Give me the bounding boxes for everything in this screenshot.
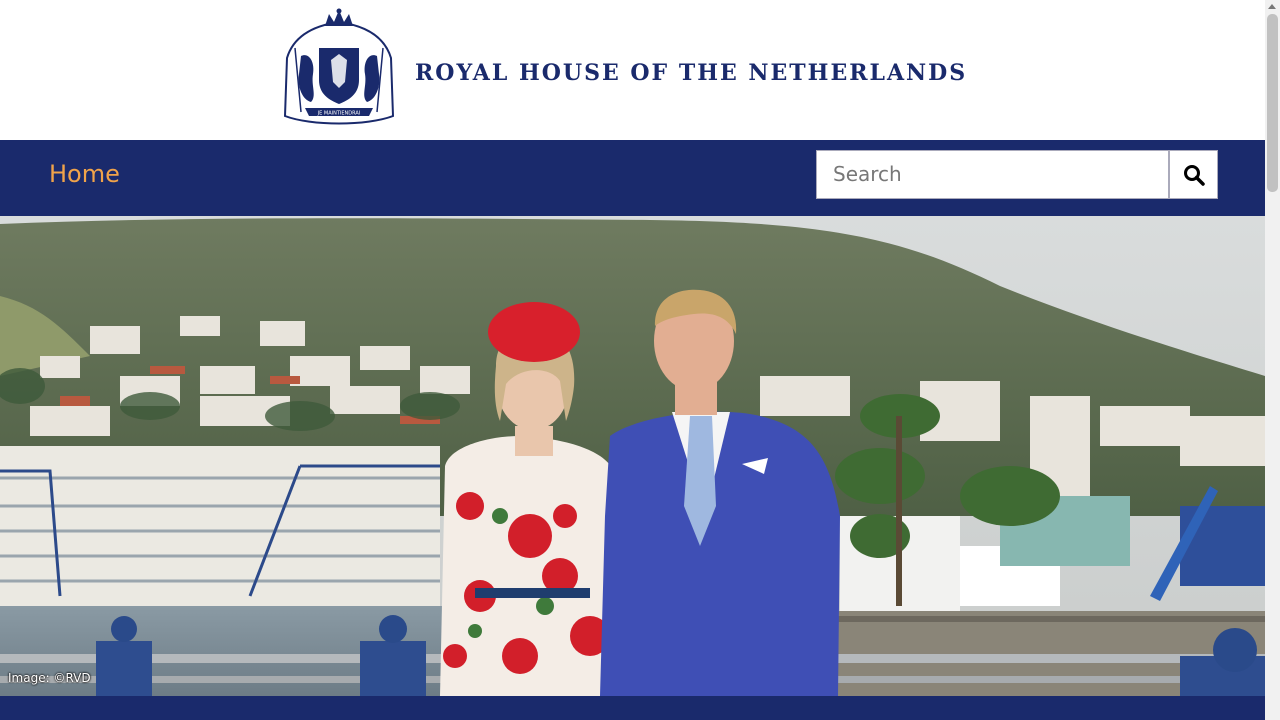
scroll-up-arrow-icon[interactable] (1268, 4, 1276, 9)
search-field (816, 150, 1169, 199)
coat-of-arms-icon[interactable]: JE MAINTIENDRAI (281, 8, 397, 130)
search-icon (1183, 164, 1205, 186)
image-credit: Image: ©RVD (8, 671, 91, 685)
nav-home-link[interactable]: Home (49, 160, 120, 188)
site-title[interactable]: ROYAL HOUSE OF THE NETHERLANDS (415, 60, 967, 86)
search-button[interactable] (1169, 150, 1218, 199)
page-scrollbar[interactable] (1265, 0, 1280, 720)
search-input[interactable] (817, 151, 1163, 197)
scrollbar-thumb[interactable] (1267, 14, 1278, 192)
site-header: JE MAINTIENDRAI ROYAL HOUSE OF THE NETHE… (0, 0, 1265, 140)
main-navigation: Home (0, 140, 1265, 216)
hero-image: Image: ©RVD (0, 216, 1265, 696)
footer-bar (0, 696, 1265, 720)
crest-motto: JE MAINTIENDRAI (317, 111, 361, 117)
